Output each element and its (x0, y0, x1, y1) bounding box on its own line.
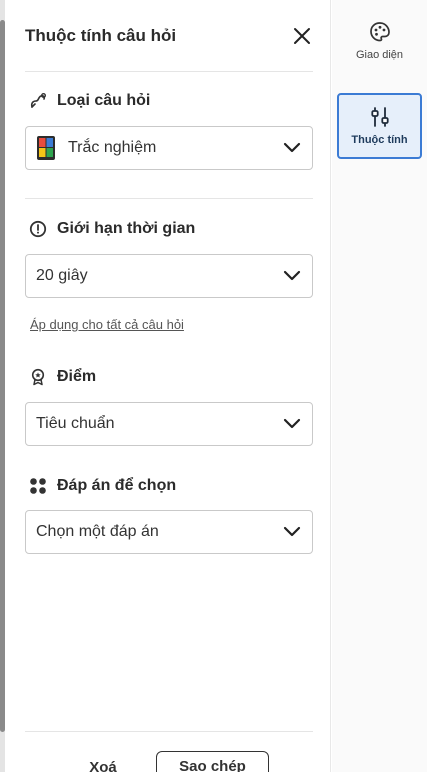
delete-button[interactable]: Xoá (73, 756, 133, 772)
points-label: Điểm (29, 368, 96, 386)
section-divider (25, 198, 313, 199)
chevron-down-icon (282, 414, 302, 434)
copy-button[interactable]: Sao chép (156, 751, 269, 772)
question-type-select[interactable]: Trắc nghiệm (25, 126, 313, 170)
chevron-down-icon (282, 522, 302, 542)
apply-all-link[interactable]: Áp dụng cho tất cả câu hỏi (30, 317, 184, 332)
time-limit-select[interactable]: 20 giây (25, 254, 313, 298)
footer-divider (25, 731, 313, 732)
panel-header: Thuộc tính câu hỏi (25, 22, 315, 50)
question-type-label: Loại câu hỏi (29, 92, 150, 110)
time-limit-label-text: Giới hạn thời gian (57, 220, 196, 237)
question-type-label-text: Loại câu hỏi (57, 92, 151, 109)
palette-icon (369, 22, 390, 42)
panel-title: Thuộc tính câu hỏi (25, 26, 177, 45)
answer-options-select[interactable]: Chọn một đáp án (25, 510, 313, 554)
rail-item-properties-label: Thuộc tính (351, 134, 408, 146)
close-button[interactable] (289, 23, 315, 49)
sliders-icon (370, 107, 389, 127)
points-select[interactable]: Tiêu chuẩn (25, 402, 313, 446)
question-properties-panel: Thuộc tính câu hỏi Loại câu hỏi Trắc ngh… (5, 0, 331, 772)
side-rail: Giao diện Thuộc tính (332, 0, 427, 772)
timer-icon (29, 220, 47, 238)
rail-item-properties[interactable]: Thuộc tính (337, 93, 422, 159)
answer-options-label-text: Đáp án để chọn (57, 477, 177, 494)
points-label-text: Điểm (57, 368, 97, 385)
close-icon (294, 28, 310, 44)
time-limit-value: 20 giây (36, 267, 88, 284)
multiple-choice-icon (37, 136, 55, 160)
chevron-down-icon (282, 138, 302, 158)
header-divider (25, 71, 313, 72)
rail-item-appearance-label: Giao diện (355, 49, 404, 61)
dots-grid-icon (29, 477, 47, 495)
award-icon (29, 368, 47, 386)
answer-options-label: Đáp án để chọn (29, 477, 176, 495)
rail-item-appearance[interactable]: Giao diện (337, 8, 422, 74)
time-limit-label: Giới hạn thời gian (29, 220, 195, 238)
points-value: Tiêu chuẩn (36, 415, 115, 432)
question-type-icon (29, 92, 47, 110)
answer-options-value: Chọn một đáp án (36, 523, 159, 540)
chevron-down-icon (282, 266, 302, 286)
question-type-value: Trắc nghiệm (68, 139, 157, 156)
